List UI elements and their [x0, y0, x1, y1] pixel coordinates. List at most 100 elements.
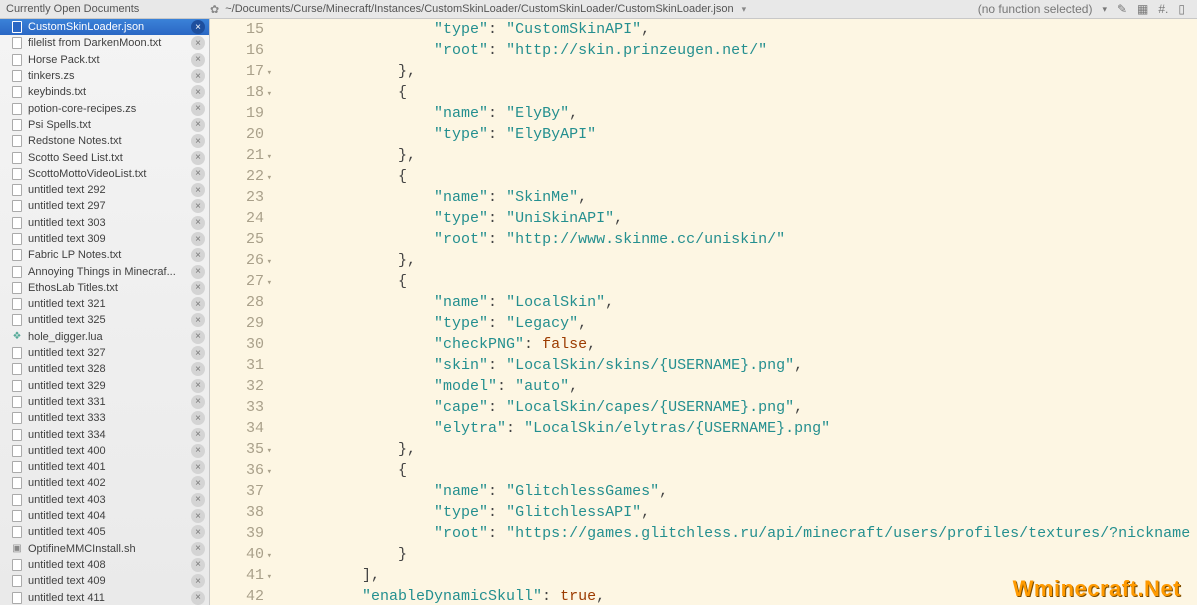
close-icon[interactable]: ×	[191, 20, 205, 34]
file-row[interactable]: untitled text 405×	[0, 524, 209, 540]
fold-marker-icon[interactable]: ▾	[267, 252, 272, 273]
fold-marker-icon[interactable]: ▾	[267, 273, 272, 294]
code-line[interactable]: },	[290, 250, 1190, 271]
file-row[interactable]: untitled text 303×	[0, 215, 209, 231]
code-content[interactable]: "type": "CustomSkinAPI", "root": "http:/…	[274, 19, 1190, 605]
close-icon[interactable]: ×	[191, 509, 205, 523]
document-icon[interactable]: ▯	[1178, 2, 1185, 16]
file-row[interactable]: Scotto Seed List.txt×	[0, 149, 209, 165]
code-line[interactable]: "name": "LocalSkin",	[290, 292, 1190, 313]
function-menu[interactable]: (no function selected)	[978, 2, 1093, 16]
file-row[interactable]: untitled text 408×	[0, 557, 209, 573]
code-line[interactable]: "type": "Legacy",	[290, 313, 1190, 334]
file-row[interactable]: tinkers.zs×	[0, 68, 209, 84]
pencil-icon[interactable]: ✎	[1117, 2, 1127, 16]
code-line[interactable]: "root": "http://www.skinme.cc/uniskin/"	[290, 229, 1190, 250]
code-line[interactable]: {	[290, 271, 1190, 292]
code-line[interactable]: }	[290, 544, 1190, 565]
close-icon[interactable]: ×	[191, 232, 205, 246]
close-icon[interactable]: ×	[191, 444, 205, 458]
dropdown-arrow-icon[interactable]: ▾	[742, 4, 747, 15]
fold-marker-icon[interactable]: ▾	[267, 63, 272, 84]
file-row[interactable]: potion-core-recipes.zs×	[0, 100, 209, 116]
file-row[interactable]: untitled text 334×	[0, 426, 209, 442]
close-icon[interactable]: ×	[191, 151, 205, 165]
code-line[interactable]: "name": "GlitchlessGames",	[290, 481, 1190, 502]
file-row[interactable]: OptifineMMCInstall.sh×	[0, 541, 209, 557]
close-icon[interactable]: ×	[191, 297, 205, 311]
fold-marker-icon[interactable]: ▾	[267, 84, 272, 105]
file-row[interactable]: untitled text 404×	[0, 508, 209, 524]
file-row[interactable]: hole_digger.lua×	[0, 329, 209, 345]
file-row[interactable]: Horse Pack.txt×	[0, 52, 209, 68]
file-row[interactable]: Annoying Things in Minecraf...×	[0, 263, 209, 279]
file-row[interactable]: untitled text 400×	[0, 443, 209, 459]
breadcrumb-path[interactable]: ~/Documents/Curse/Minecraft/Instances/Cu…	[225, 3, 733, 15]
close-icon[interactable]: ×	[191, 493, 205, 507]
fold-marker-icon[interactable]: ▾	[267, 567, 272, 588]
close-icon[interactable]: ×	[191, 265, 205, 279]
close-icon[interactable]: ×	[191, 69, 205, 83]
file-row[interactable]: untitled text 327×	[0, 345, 209, 361]
close-icon[interactable]: ×	[191, 395, 205, 409]
code-line[interactable]: "type": "CustomSkinAPI",	[290, 19, 1190, 40]
fold-marker-icon[interactable]: ▾	[267, 147, 272, 168]
code-editor[interactable]: 151617▾18▾192021▾22▾23242526▾27▾28293031…	[210, 19, 1197, 605]
code-line[interactable]: "checkPNG": false,	[290, 334, 1190, 355]
dropdown-arrow-icon[interactable]: ▾	[1102, 4, 1107, 15]
close-icon[interactable]: ×	[191, 183, 205, 197]
code-line[interactable]: "model": "auto",	[290, 376, 1190, 397]
close-icon[interactable]: ×	[191, 428, 205, 442]
close-icon[interactable]: ×	[191, 542, 205, 556]
close-icon[interactable]: ×	[191, 346, 205, 360]
file-row[interactable]: ScottoMottoVideoList.txt×	[0, 166, 209, 182]
close-icon[interactable]: ×	[191, 85, 205, 99]
code-line[interactable]: "type": "UniSkinAPI",	[290, 208, 1190, 229]
fold-marker-icon[interactable]: ▾	[267, 168, 272, 189]
file-row[interactable]: untitled text 292×	[0, 182, 209, 198]
close-icon[interactable]: ×	[191, 102, 205, 116]
code-line[interactable]: "name": "SkinMe",	[290, 187, 1190, 208]
file-row[interactable]: filelist from DarkenMoon.txt×	[0, 35, 209, 51]
close-icon[interactable]: ×	[191, 362, 205, 376]
fold-marker-icon[interactable]: ▾	[267, 441, 272, 462]
gear-icon[interactable]: ✿	[210, 3, 219, 16]
code-line[interactable]: "root": "http://skin.prinzeugen.net/"	[290, 40, 1190, 61]
close-icon[interactable]: ×	[191, 199, 205, 213]
file-row[interactable]: untitled text 329×	[0, 378, 209, 394]
file-row[interactable]: CustomSkinLoader.json×	[0, 19, 209, 35]
file-row[interactable]: untitled text 333×	[0, 410, 209, 426]
code-line[interactable]: {	[290, 166, 1190, 187]
file-row[interactable]: EthosLab Titles.txt×	[0, 280, 209, 296]
code-line[interactable]: {	[290, 460, 1190, 481]
file-row[interactable]: untitled text 403×	[0, 492, 209, 508]
code-line[interactable]: },	[290, 61, 1190, 82]
code-line[interactable]: "skin": "LocalSkin/skins/{USERNAME}.png"…	[290, 355, 1190, 376]
close-icon[interactable]: ×	[191, 53, 205, 67]
fold-marker-icon[interactable]: ▾	[267, 546, 272, 567]
close-icon[interactable]: ×	[191, 313, 205, 327]
file-row[interactable]: Psi Spells.txt×	[0, 117, 209, 133]
close-icon[interactable]: ×	[191, 574, 205, 588]
file-row[interactable]: untitled text 321×	[0, 296, 209, 312]
breadcrumb[interactable]: ✿ ~/Documents/Curse/Minecraft/Instances/…	[210, 3, 978, 16]
close-icon[interactable]: ×	[191, 281, 205, 295]
close-icon[interactable]: ×	[191, 134, 205, 148]
file-row[interactable]: untitled text 325×	[0, 312, 209, 328]
close-icon[interactable]: ×	[191, 330, 205, 344]
close-icon[interactable]: ×	[191, 525, 205, 539]
code-line[interactable]: {	[290, 82, 1190, 103]
code-line[interactable]: },	[290, 145, 1190, 166]
file-row[interactable]: untitled text 409×	[0, 573, 209, 589]
close-icon[interactable]: ×	[191, 460, 205, 474]
file-row[interactable]: keybinds.txt×	[0, 84, 209, 100]
file-row[interactable]: untitled text 331×	[0, 394, 209, 410]
file-row[interactable]: untitled text 402×	[0, 475, 209, 491]
close-icon[interactable]: ×	[191, 167, 205, 181]
file-row[interactable]: untitled text 309×	[0, 231, 209, 247]
file-row[interactable]: untitled text 328×	[0, 361, 209, 377]
close-icon[interactable]: ×	[191, 216, 205, 230]
code-line[interactable]: },	[290, 439, 1190, 460]
close-icon[interactable]: ×	[191, 411, 205, 425]
grid-icon[interactable]: ▦	[1137, 2, 1148, 16]
